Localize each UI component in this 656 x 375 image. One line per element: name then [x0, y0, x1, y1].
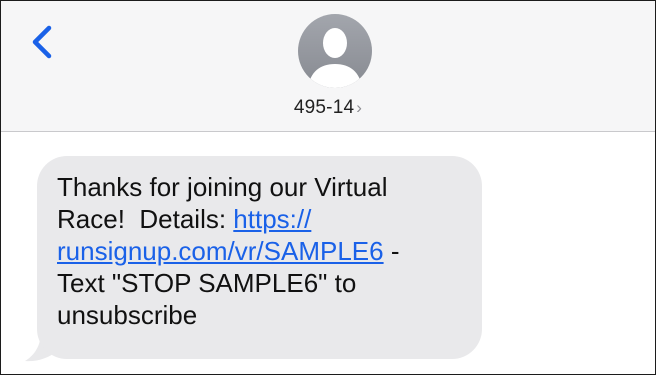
- back-button[interactable]: [27, 21, 57, 73]
- messages-screen: 495-14 › Thanks for joining our Virtual R…: [0, 0, 656, 375]
- message-link-part-1[interactable]: https://: [233, 204, 311, 234]
- conversation-header: 495-14 ›: [1, 1, 655, 132]
- message-line-1: Thanks for joining our Virtual: [57, 172, 388, 202]
- chevron-left-icon: [32, 25, 52, 59]
- message-text: Thanks for joining our Virtual Race! Det…: [57, 171, 477, 331]
- contact-name: 495-14: [293, 97, 355, 118]
- chevron-right-icon: ›: [356, 98, 363, 117]
- message-link-part-2[interactable]: runsignup.com/vr/SAMPLE6: [57, 236, 384, 266]
- message-line-5: unsubscribe: [57, 300, 198, 330]
- avatar[interactable]: [298, 14, 372, 88]
- person-silhouette-icon: [308, 28, 362, 88]
- message-line-2: Race! Details:: [57, 204, 234, 234]
- message-line-4: Text "STOP SAMPLE6" to: [57, 268, 357, 298]
- contact-name-button[interactable]: 495-14 ›: [1, 97, 655, 119]
- message-line-3-suffix: -: [383, 236, 400, 266]
